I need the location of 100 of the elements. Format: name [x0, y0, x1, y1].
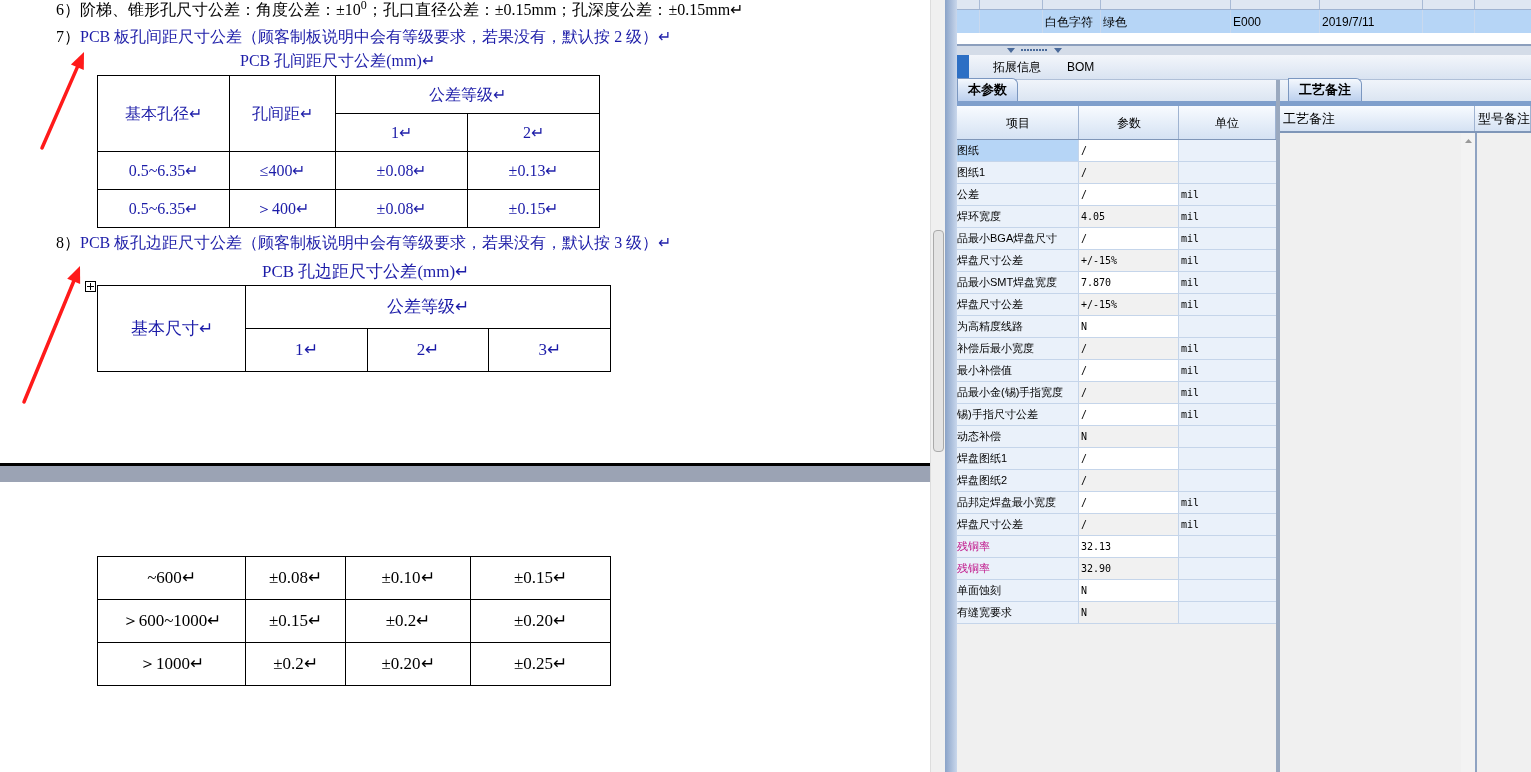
table-cell[interactable]: 32.90	[1079, 558, 1179, 579]
row-label[interactable]: 焊盘图纸1	[957, 448, 1079, 469]
table-cell: ±0.08↵	[335, 189, 468, 228]
table-title: PCB 孔间距尺寸公差(mm)↵	[240, 51, 435, 71]
row-label[interactable]: 单面蚀刻	[957, 580, 1079, 601]
table-cell[interactable]: +/-15%	[1079, 294, 1179, 315]
column-header[interactable]: 项目	[957, 106, 1079, 139]
table-cell[interactable]: /	[1079, 140, 1179, 161]
list-item-text: PCB 板孔间距尺寸公差（顾客制板说明中会有等级要求，若果没有，默认按 2 级）↵	[80, 27, 672, 47]
row-label[interactable]: 焊盘尺寸公差	[957, 250, 1079, 271]
row-label[interactable]: 焊盘图纸2	[957, 470, 1079, 491]
table-cell: ~600↵	[97, 556, 246, 600]
table-cell: ±0.13↵	[467, 151, 600, 190]
table-cell[interactable]: 32.13	[1079, 536, 1179, 557]
table-cell: ±0.2↵	[245, 642, 346, 686]
table-cell: mil	[1179, 404, 1276, 425]
table-cell[interactable]: /	[1079, 228, 1179, 249]
tab[interactable]: BOM	[1065, 55, 1097, 79]
table-cell: ≤400↵	[229, 151, 336, 190]
table-cell: mil	[1179, 514, 1276, 535]
table-cell: 基本孔径↵	[97, 75, 230, 152]
row-label[interactable]: 有缝宽要求	[957, 602, 1079, 623]
table-cell: 公差等级↵	[245, 285, 611, 329]
table-cell: mil	[1179, 184, 1276, 205]
row-label[interactable]: 焊环宽度	[957, 206, 1079, 227]
table-cell: ±0.25↵	[470, 642, 611, 686]
table-cell: 0.5~6.35↵	[97, 151, 230, 190]
row-label[interactable]: 为高精度线路	[957, 316, 1079, 337]
table-cell[interactable]: N	[1079, 426, 1179, 447]
table-cell[interactable]: 7.870	[1079, 272, 1179, 293]
column-header[interactable]: 型号备注	[1475, 106, 1531, 131]
table-cell: mil	[1179, 294, 1276, 315]
row-label[interactable]: 残铜率	[957, 558, 1079, 579]
table-cell[interactable]: N	[1079, 580, 1179, 601]
table-cell-text: 2019/7/11	[1322, 13, 1375, 31]
scrollbar-thumb[interactable]	[932, 230, 944, 452]
row-label[interactable]: 锡)手指尺寸公差	[957, 404, 1079, 425]
table-cell: ±0.15↵	[467, 189, 600, 228]
tab[interactable]: 拓展信息	[991, 55, 1043, 79]
table-cell[interactable]: /	[1079, 470, 1179, 491]
table-cell[interactable]: /	[1079, 184, 1179, 205]
row-label[interactable]: 品最小金(锡)手指宽度	[957, 382, 1079, 403]
row-label[interactable]: 焊盘尺寸公差	[957, 294, 1079, 315]
table-cell[interactable]: /	[1079, 360, 1179, 381]
table-title: PCB 孔边距尺寸公差(mm)↵	[262, 262, 470, 282]
tab[interactable]: 工艺备注	[1288, 78, 1362, 101]
list-number: 7）	[56, 27, 80, 47]
table-cell: mil	[1179, 206, 1276, 227]
table-cell: 1↵	[335, 113, 468, 152]
table-row[interactable]: 白色字符 绿色 E000 2019/7/11	[957, 10, 1531, 33]
table-cell: 孔间距↵	[229, 75, 336, 152]
table-cell[interactable]: /	[1079, 514, 1179, 535]
column-header[interactable]: 参数	[1079, 106, 1179, 139]
column-header[interactable]: 工艺备注	[1280, 106, 1475, 131]
table-cell[interactable]: +/-15%	[1079, 250, 1179, 271]
column-header[interactable]: 单位	[1179, 106, 1276, 139]
table-cell[interactable]: /	[1079, 492, 1179, 513]
table-cell[interactable]: /	[1079, 382, 1179, 403]
table-cell: ＞1000↵	[97, 642, 246, 686]
row-label[interactable]: 品最小SMT焊盘宽度	[957, 272, 1079, 293]
row-label[interactable]: 补偿后最小宽度	[957, 338, 1079, 359]
table-cell: mil	[1179, 360, 1276, 381]
row-label[interactable]: 公差	[957, 184, 1079, 205]
move-handle-icon[interactable]	[85, 281, 96, 292]
table-cell: ±0.15↵	[470, 556, 611, 600]
table-cell: ±0.10↵	[345, 556, 471, 600]
table-cell: mil	[1179, 250, 1276, 271]
row-label[interactable]: 品最小BGA焊盘尺寸	[957, 228, 1079, 249]
table-cell: ±0.08↵	[245, 556, 346, 600]
scroll-up-icon[interactable]	[1464, 139, 1472, 143]
table-cell[interactable]: /	[1079, 448, 1179, 469]
table-cell[interactable]: /	[1079, 338, 1179, 359]
row-label[interactable]: 品邦定焊盘最小宽度	[957, 492, 1079, 513]
row-label[interactable]: 最小补偿值	[957, 360, 1079, 381]
table-cell: mil	[1179, 272, 1276, 293]
list-number: 8）	[56, 233, 80, 253]
splitter-grip-icon[interactable]	[1007, 47, 1062, 54]
table-cell: mil	[1179, 382, 1276, 403]
table-cell: 2↵	[467, 113, 600, 152]
table-cell: 公差等级↵	[335, 75, 600, 114]
row-label[interactable]: 残铜率	[957, 536, 1079, 557]
table-cell: mil	[1179, 338, 1276, 359]
table-cell-text: 绿色	[1103, 13, 1127, 31]
table-cell[interactable]: /	[1079, 404, 1179, 425]
tab[interactable]: 本参数	[957, 78, 1018, 101]
row-label[interactable]: 焊盘尺寸公差	[957, 514, 1079, 535]
table-cell-text: E000	[1233, 13, 1262, 31]
table-cell: 1↵	[245, 328, 368, 372]
table-cell[interactable]: /	[1079, 162, 1179, 183]
tab[interactable]	[957, 55, 969, 79]
table-cell[interactable]: N	[1079, 316, 1179, 337]
row-label[interactable]: 图纸	[957, 140, 1079, 161]
row-label[interactable]: 图纸1	[957, 162, 1079, 183]
table-cell: ±0.15↵	[245, 599, 346, 643]
list-item-text: 6）阶梯、锥形孔尺寸公差：角度公差：±10$^{0}$；孔口直径公差：±0.15mm；孔深度公差：±0.15mm↵	[56, 0, 745, 20]
row-label[interactable]: 动态补偿	[957, 426, 1079, 447]
table-cell[interactable]: N	[1079, 602, 1179, 623]
table-cell[interactable]: 4.05	[1079, 206, 1179, 227]
table-cell: ±0.08↵	[335, 151, 468, 190]
list-item-text: PCB 板孔边距尺寸公差（顾客制板说明中会有等级要求，若果没有，默认按 3 级）↵	[80, 233, 672, 253]
